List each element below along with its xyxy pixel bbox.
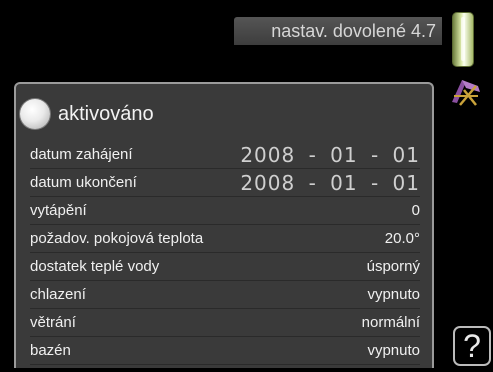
row-label: větrání (30, 314, 76, 331)
deck-chair-icon (452, 80, 480, 106)
row-heating[interactable]: vytápění 0 (30, 197, 420, 225)
row-label: požadov. pokojová teplota (30, 230, 204, 247)
row-pool[interactable]: bazén vypnuto (30, 337, 420, 365)
row-value: normální (361, 314, 420, 331)
row-value: vypnuto (367, 342, 420, 359)
row-end-date[interactable]: datum ukončení 2008 - 01 - 01 (30, 169, 420, 197)
page-title: nastav. dovolené 4.7 (234, 17, 442, 45)
row-label: datum ukončení (30, 174, 137, 191)
status-radio-icon[interactable] (20, 99, 50, 129)
row-label: bazén (30, 342, 71, 359)
thermometer-icon (452, 12, 474, 67)
row-value: 20.0° (384, 230, 420, 247)
row-value: 2008 - 01 - 01 (240, 142, 420, 167)
row-value: 2008 - 01 - 01 (240, 170, 420, 195)
row-cooling[interactable]: chlazení vypnuto (30, 281, 420, 309)
row-label: datum zahájení (30, 146, 133, 163)
help-button[interactable]: ? (453, 326, 491, 366)
status-label: aktivováno (58, 102, 154, 125)
row-hot-water[interactable]: dostatek teplé vody úsporný (30, 253, 420, 281)
row-start-date[interactable]: datum zahájení 2008 - 01 - 01 (30, 141, 420, 169)
row-room-temperature[interactable]: požadov. pokojová teplota 20.0° (30, 225, 420, 253)
row-label: chlazení (30, 286, 86, 303)
row-value: 0 (411, 202, 420, 219)
status-row[interactable]: aktivováno (20, 94, 154, 134)
row-ventilation[interactable]: větrání normální (30, 309, 420, 337)
row-label: vytápění (30, 202, 87, 219)
row-label: dostatek teplé vody (30, 258, 160, 275)
row-value: úsporný (366, 258, 420, 275)
row-value: vypnuto (367, 286, 420, 303)
settings-list: datum zahájení 2008 - 01 - 01 datum ukon… (30, 141, 420, 365)
